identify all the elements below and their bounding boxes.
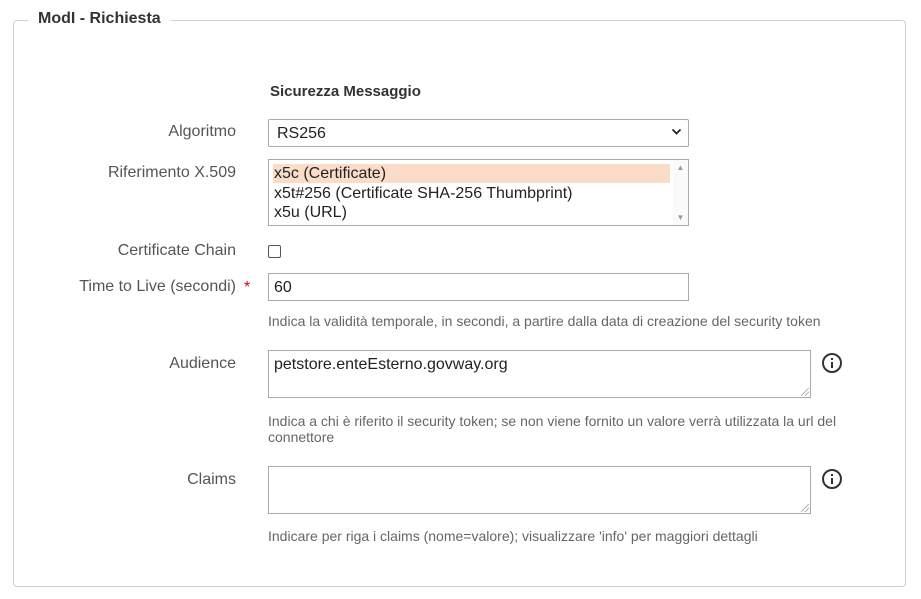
resize-handle-icon[interactable] (801, 504, 809, 512)
section-title: Sicurezza Messaggio (270, 83, 421, 100)
chevron-down-icon (671, 123, 682, 144)
audience-textarea[interactable]: petstore.enteEsterno.govway.org (268, 350, 811, 398)
certificate-chain-label: Certificate Chain (117, 242, 236, 259)
audience-hint-line1: Indica a chi è riferito il security toke… (268, 413, 837, 429)
fieldset-legend: ModI - Richiesta (28, 10, 171, 28)
ttl-label: Time to Live (secondi) (79, 278, 236, 295)
ttl-hint: Indica la validità temporale, in secondi… (268, 313, 821, 329)
scroll-up-icon[interactable]: ▲ (673, 163, 688, 172)
ttl-input[interactable]: 60 (268, 273, 689, 301)
certificate-chain-checkbox[interactable] (268, 245, 281, 258)
required-marker: * (244, 279, 251, 296)
claims-label: Claims (187, 471, 236, 488)
algoritmo-label: Algoritmo (168, 123, 236, 140)
riferimento-option-x5t256[interactable]: x5t#256 (Certificate SHA-256 Thumbprint) (273, 184, 573, 203)
audience-hint-line2: connettore (268, 429, 335, 445)
claims-textarea[interactable] (268, 466, 811, 514)
claims-hint: Indicare per riga i claims (nome=valore)… (268, 528, 758, 544)
info-circle-icon[interactable] (822, 353, 842, 373)
audience-value: petstore.enteEsterno.govway.org (274, 356, 508, 373)
scroll-down-icon[interactable]: ▼ (673, 213, 688, 222)
riferimento-label: Riferimento X.509 (107, 164, 236, 181)
resize-handle-icon[interactable] (801, 388, 809, 396)
algoritmo-select[interactable]: RS256 (268, 119, 689, 147)
algoritmo-selected-value: RS256 (277, 125, 326, 142)
riferimento-option-x5u[interactable]: x5u (URL) (273, 203, 347, 222)
audience-label: Audience (169, 355, 236, 372)
listbox-scrollbar[interactable]: ▲ ▼ (673, 160, 688, 225)
riferimento-option-x5c[interactable]: x5c (Certificate) (273, 164, 670, 183)
info-circle-icon[interactable] (822, 469, 842, 489)
riferimento-listbox[interactable]: x5c (Certificate) x5t#256 (Certificate S… (268, 159, 689, 226)
ttl-value: 60 (274, 279, 292, 296)
